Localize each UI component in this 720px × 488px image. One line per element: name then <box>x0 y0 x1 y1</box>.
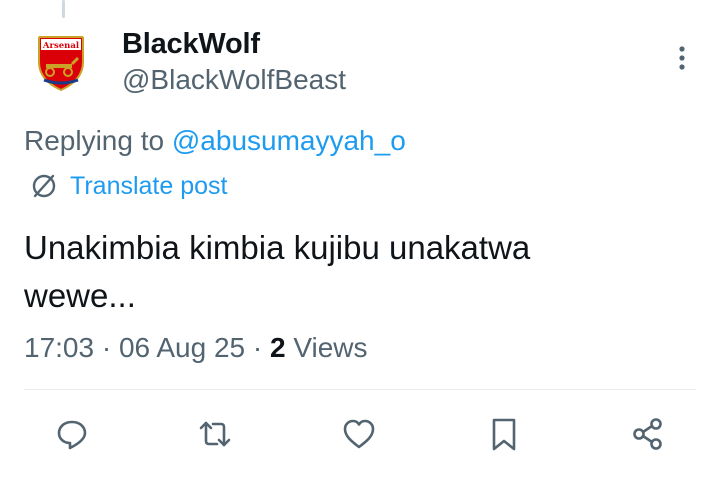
more-vertical-icon <box>679 46 685 70</box>
repost-button[interactable] <box>197 416 233 452</box>
share-button[interactable] <box>630 416 666 452</box>
arsenal-crest-icon: Arsenal <box>38 36 84 92</box>
like-icon <box>343 419 375 449</box>
action-bar <box>0 416 720 456</box>
user-handle[interactable]: @BlackWolfBeast <box>122 64 346 96</box>
display-name[interactable]: BlackWolf <box>122 28 260 61</box>
replying-prefix: Replying to <box>24 125 172 156</box>
bookmark-icon <box>492 418 516 451</box>
translate-label: Translate post <box>70 171 228 200</box>
like-button[interactable] <box>341 416 377 452</box>
repost-icon <box>199 421 231 447</box>
share-icon <box>633 418 662 450</box>
post-text: Unakimbia kimbia kujibu unakatwa wewe... <box>24 224 684 320</box>
post-metadata: 17:03 · 06 Aug 25 · 2 Views <box>24 332 368 363</box>
replying-to-line: Replying to @abusumayyah_o <box>24 125 406 157</box>
bookmark-button[interactable] <box>486 416 522 452</box>
post-text-line-2: wewe... <box>24 277 136 314</box>
divider <box>24 389 696 390</box>
translate-post-button[interactable]: Translate post <box>30 171 227 201</box>
replying-to-handle-link[interactable]: @abusumayyah_o <box>172 125 406 156</box>
reply-button[interactable] <box>54 416 90 452</box>
post-date[interactable]: 06 Aug 25 <box>119 332 245 363</box>
post-text-line-1: Unakimbia kimbia kujibu unakatwa <box>24 229 531 266</box>
views-label: Views <box>293 332 368 363</box>
more-options-button[interactable] <box>672 44 692 72</box>
avatar[interactable]: Arsenal <box>28 28 94 94</box>
translate-icon <box>32 174 56 198</box>
post-time[interactable]: 17:03 <box>24 332 94 363</box>
thread-connector-line <box>62 0 65 18</box>
reply-icon <box>57 420 87 450</box>
crest-text: Arsenal <box>42 41 80 51</box>
views-count: 2 <box>269 332 286 363</box>
